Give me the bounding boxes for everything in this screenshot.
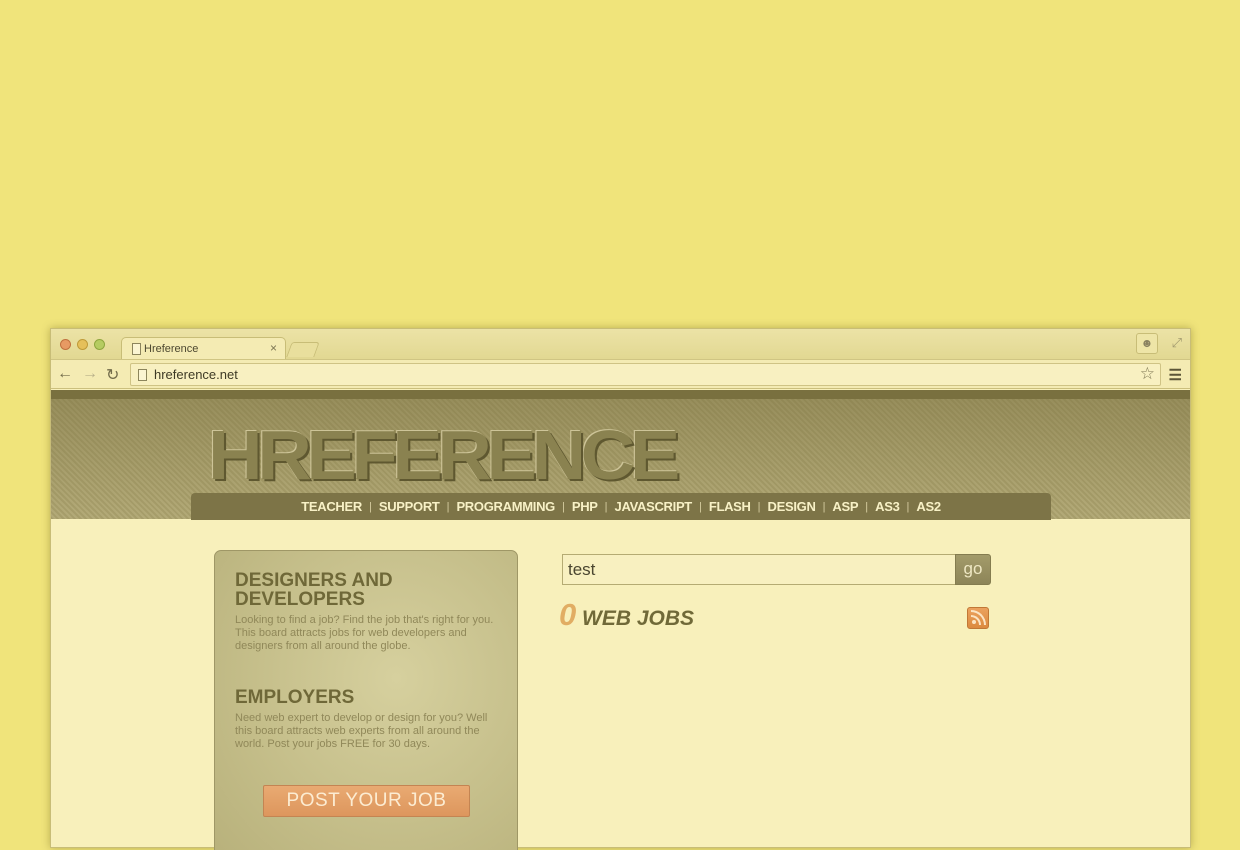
go-button[interactable]: go [955, 554, 991, 585]
designers-heading-line2: DEVELOPERS [235, 589, 365, 610]
rss-icon[interactable] [967, 607, 989, 629]
designers-heading-line1: DESIGNERS AND [235, 570, 393, 591]
tab-strip: Hreference × ☻ ⤢ [51, 329, 1190, 360]
tab-title: Hreference [144, 343, 199, 355]
profile-icon[interactable]: ☻ [1136, 333, 1158, 354]
address-url[interactable]: hreference.net [154, 367, 238, 382]
page-icon [138, 369, 147, 381]
web-page: HREFERENCE TEACHER | SUPPORT | PROGRAMMING | P… [51, 390, 1190, 850]
maximize-window-button[interactable] [94, 339, 105, 350]
nav-link-as3[interactable]: AS3 [869, 499, 905, 514]
site-header: HREFERENCE TEACHER | SUPPORT | PROGRAMMING | P… [51, 399, 1190, 520]
document-icon [132, 343, 141, 355]
browser-tab[interactable]: Hreference × [121, 337, 286, 360]
close-window-button[interactable] [60, 339, 71, 350]
nav-link-javascript[interactable]: JAVASCRIPT [609, 499, 698, 514]
bookmark-star-icon[interactable]: ☆ [1140, 364, 1155, 384]
top-stripe [51, 390, 1190, 399]
employers-heading: EMPLOYERS [235, 687, 355, 708]
nav-link-teacher[interactable]: TEACHER [295, 499, 368, 514]
jobs-count: 0 [559, 597, 577, 632]
designers-heading: DESIGNERS AND DEVELOPERS [235, 571, 393, 609]
nav-link-flash[interactable]: FLASH [703, 499, 757, 514]
employers-text: Need web expert to develop or design for… [235, 712, 488, 750]
site-logo[interactable]: HREFERENCE [208, 415, 680, 495]
minimize-window-button[interactable] [77, 339, 88, 350]
back-arrow-icon[interactable]: ← [57, 365, 73, 383]
address-bar[interactable]: hreference.net ☆ [130, 363, 1161, 386]
search-input[interactable] [562, 554, 955, 585]
sidebar-panel: DESIGNERS AND DEVELOPERS Looking to find… [214, 550, 518, 850]
main-nav: TEACHER | SUPPORT | PROGRAMMING | PHP | JAVASCRI… [191, 493, 1051, 520]
browser-window: Hreference × ☻ ⤢ ← → ↻ hreference.net ☆ … [50, 328, 1191, 850]
post-job-button[interactable]: POST YOUR JOB [263, 785, 470, 817]
new-tab-button[interactable] [286, 342, 320, 357]
browser-toolbar: ← → ↻ hreference.net ☆ ☰ [51, 359, 1190, 389]
reload-icon[interactable]: ↻ [106, 365, 119, 385]
nav-link-asp[interactable]: ASP [826, 499, 864, 514]
fullscreen-icon[interactable]: ⤢ [1172, 335, 1182, 351]
designers-text: Looking to find a job? Find the job that… [235, 614, 494, 652]
forward-arrow-icon[interactable]: → [82, 365, 98, 383]
nav-link-support[interactable]: SUPPORT [373, 499, 446, 514]
jobs-label: WEB JOBS [582, 607, 695, 630]
nav-link-php[interactable]: PHP [566, 499, 604, 514]
nav-link-as2[interactable]: AS2 [910, 499, 946, 514]
nav-link-programming[interactable]: PROGRAMMING [450, 499, 561, 514]
tab-close-icon[interactable]: × [270, 341, 277, 355]
menu-icon[interactable]: ☰ [1169, 366, 1182, 384]
nav-link-design[interactable]: DESIGN [762, 499, 822, 514]
